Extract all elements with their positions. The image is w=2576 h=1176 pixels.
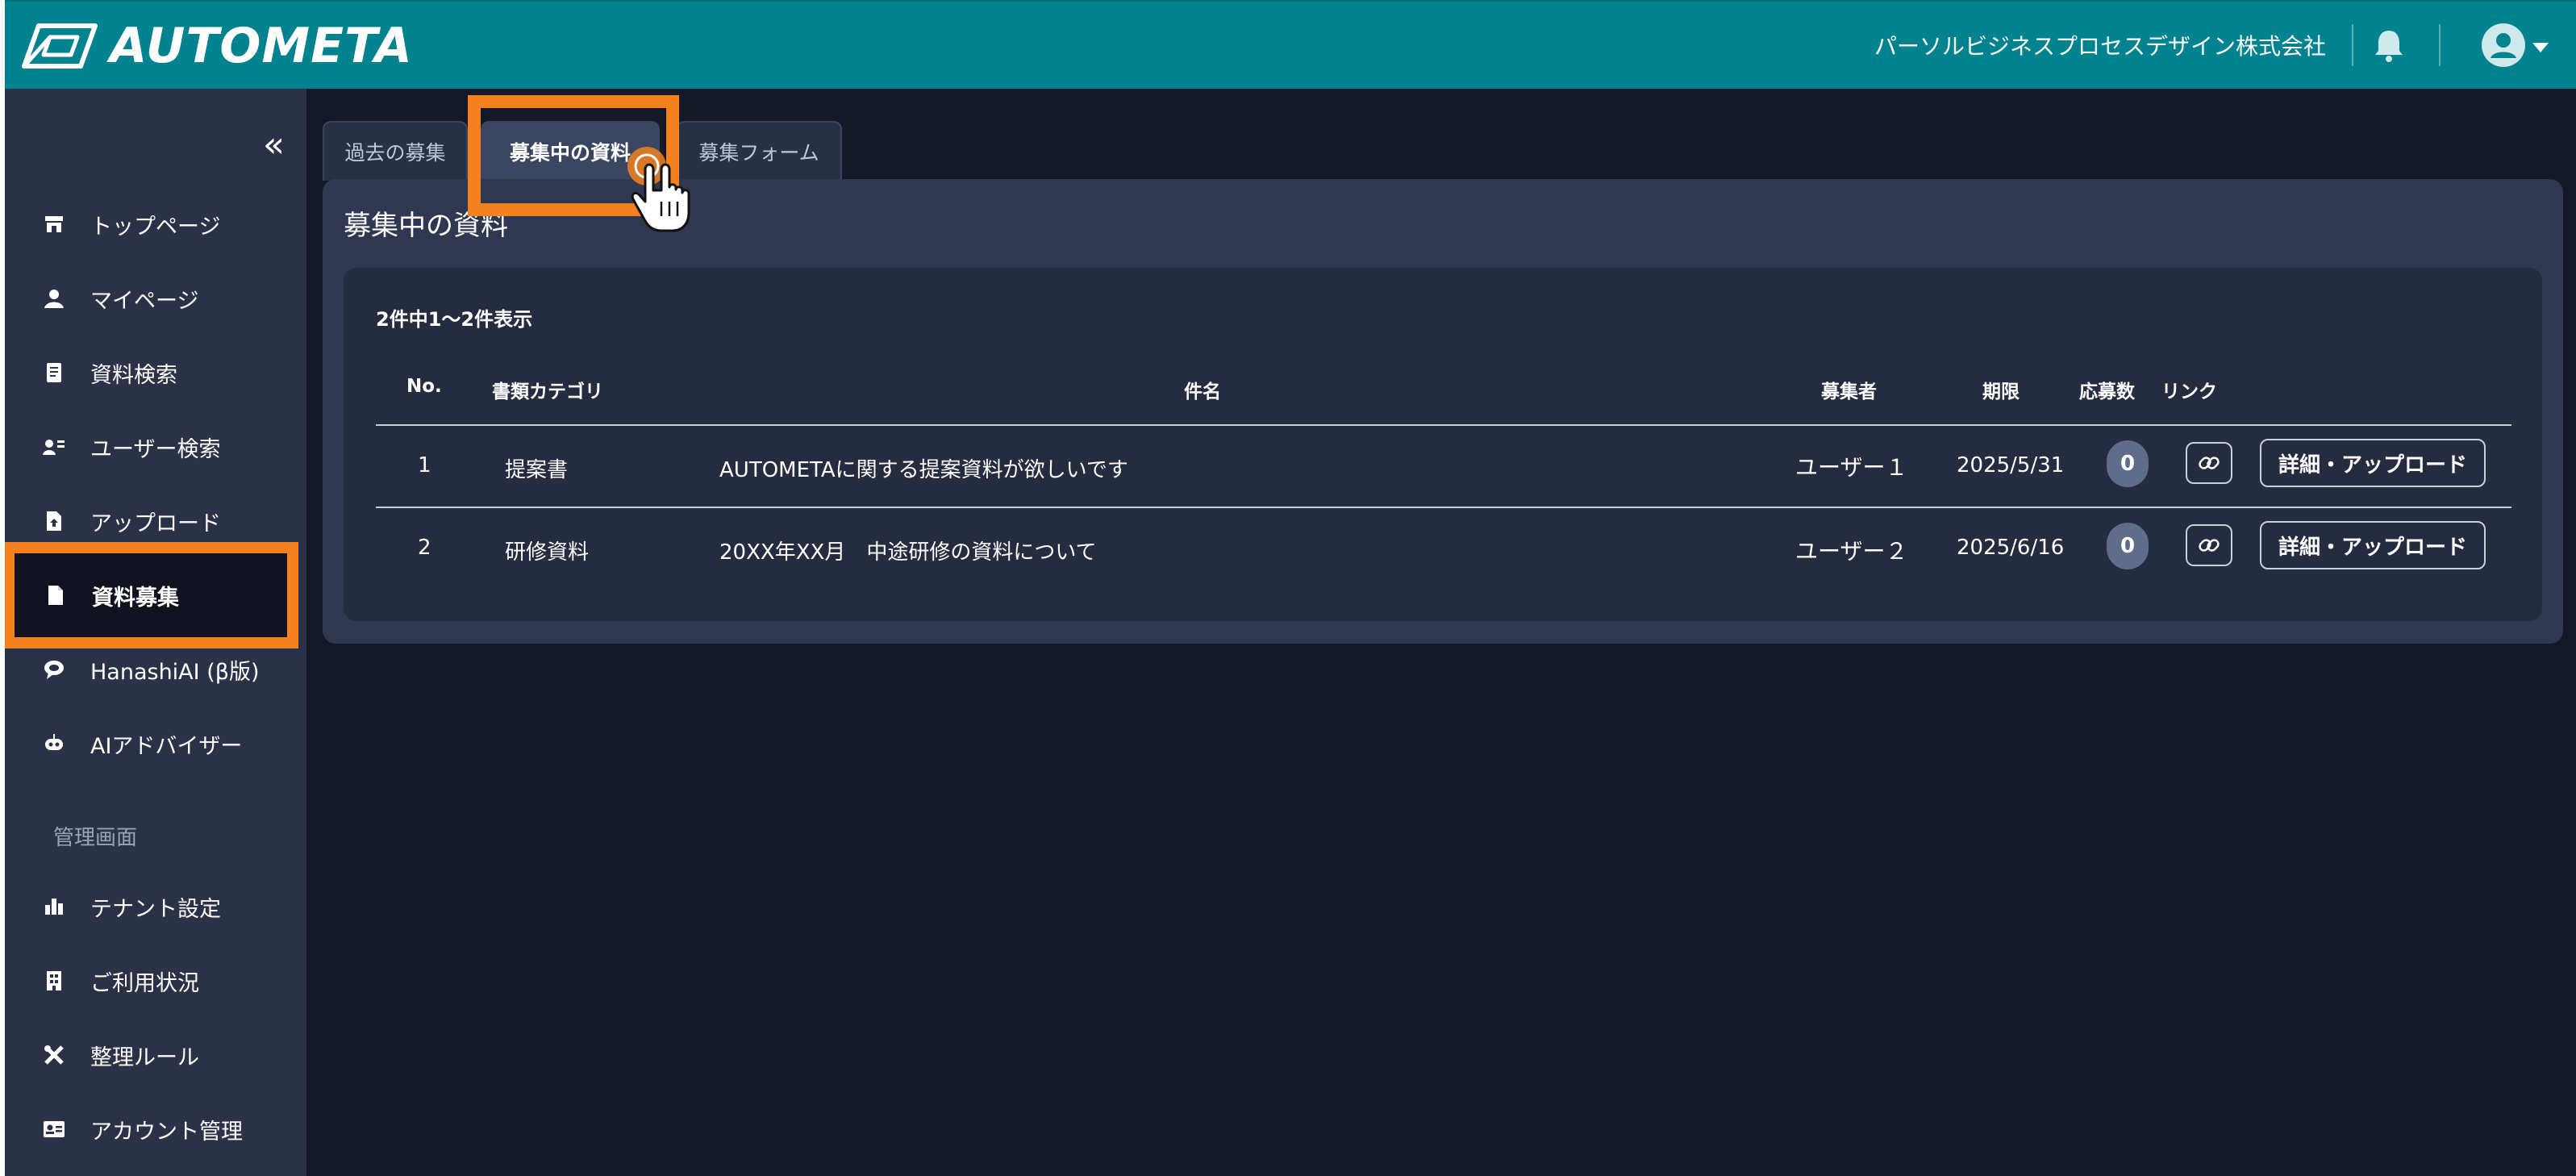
tab-request-form[interactable]: 募集フォーム <box>676 121 842 181</box>
document-search-icon <box>42 361 66 385</box>
sidebar-item-tenant-settings[interactable]: テナント設定 <box>5 876 306 937</box>
link-icon <box>2199 457 2220 469</box>
link-button[interactable] <box>2186 442 2232 484</box>
sidebar-item-account-management[interactable]: アカウント管理 <box>5 1099 306 1160</box>
chat-bubble-icon <box>42 657 66 682</box>
sidebar-item-hanashi-ai[interactable]: HanashiAI (β版) <box>5 639 306 700</box>
file-icon <box>44 583 68 607</box>
column-header-link: リンク <box>2161 382 2217 402</box>
row-no: 1 <box>418 453 431 477</box>
app-frame: AUTOMETA パーソルビジネスプロセスデザイン株式会社 « トップページ マ… <box>5 0 2576 1176</box>
row-no: 2 <box>418 536 431 560</box>
row-category: 研修資料 <box>505 540 590 565</box>
company-name: パーソルビジネスプロセスデザイン株式会社 <box>1874 33 2326 60</box>
response-count-badge: 0 <box>2107 523 2149 569</box>
response-count: 0 <box>2120 534 2136 558</box>
sidebar-item-usage[interactable]: ご利用状況 <box>5 950 306 1011</box>
sidebar-item-label: トップページ <box>90 214 221 240</box>
building-icon <box>42 969 66 993</box>
row-divider <box>376 507 2511 508</box>
logo-mark-icon <box>22 23 98 69</box>
person-icon <box>42 286 66 311</box>
sidebar-item-label: ご利用状況 <box>90 970 199 996</box>
sidebar-item-label: マイページ <box>90 288 199 314</box>
sidebar-item-sorting-rules[interactable]: 整理ルール <box>5 1024 306 1086</box>
store-icon <box>42 212 66 236</box>
open-requests-panel: 募集中の資料 2件中1〜2件表示 No. 書類カテゴリ 件名 募集者 期限 応募… <box>323 179 2563 644</box>
sidebar-item-my-page[interactable]: マイページ <box>5 268 306 329</box>
tools-icon <box>42 1043 66 1067</box>
row-subject: AUTOMETAに関する提案資料が欲しいです <box>719 458 1128 482</box>
top-header: AUTOMETA パーソルビジネスプロセスデザイン株式会社 <box>5 0 2576 89</box>
sidebar: « トップページ マイページ 資料検索 ユーザー検索 アップロード 資料募集 H… <box>5 89 306 1176</box>
row-deadline: 2025/6/16 <box>1957 536 2065 560</box>
logo-text: AUTOMETA <box>110 18 413 74</box>
sidebar-item-document-request[interactable]: 資料募集 <box>5 542 298 648</box>
button-label: 詳細・アップロード <box>2278 452 2467 477</box>
row-category: 提案書 <box>505 458 569 482</box>
response-count-badge: 0 <box>2107 440 2149 487</box>
tab-past-requests[interactable]: 過去の募集 <box>323 121 468 181</box>
sidebar-item-label: 整理ルール <box>90 1045 199 1070</box>
button-label: 詳細・アップロード <box>2278 535 2467 560</box>
column-header-responses: 応募数 <box>2079 382 2135 402</box>
row-subject: 20XX年XX月 中途研修の資料について <box>719 540 1097 565</box>
sidebar-item-top-page[interactable]: トップページ <box>5 194 306 255</box>
id-card-icon <box>42 1117 66 1141</box>
tab-label: 過去の募集 <box>344 141 446 165</box>
header-divider <box>2439 24 2441 66</box>
result-count: 2件中1〜2件表示 <box>376 308 533 331</box>
user-search-icon <box>42 435 66 459</box>
column-header-subject: 件名 <box>1184 382 1221 402</box>
details-upload-button[interactable]: 詳細・アップロード <box>2260 521 2486 569</box>
table-header-divider <box>376 424 2511 426</box>
column-header-category: 書類カテゴリ <box>492 382 603 402</box>
file-upload-icon <box>42 509 66 533</box>
sidebar-item-label: HanashiAI (β版) <box>90 659 260 685</box>
admin-section-label: 管理画面 <box>53 826 138 850</box>
row-deadline: 2025/5/31 <box>1957 453 2065 477</box>
collapse-sidebar-button[interactable]: « <box>263 127 285 163</box>
response-count: 0 <box>2120 452 2136 476</box>
robot-icon <box>42 732 66 756</box>
notification-bell-icon[interactable] <box>2373 27 2405 66</box>
sidebar-item-user-search[interactable]: ユーザー検索 <box>5 416 306 477</box>
sidebar-item-label: アカウント管理 <box>90 1119 243 1145</box>
column-header-deadline: 期限 <box>1982 382 2020 402</box>
sidebar-item-document-search[interactable]: 資料検索 <box>5 342 306 403</box>
row-requester: ユーザー１ <box>1795 454 1908 481</box>
details-upload-button[interactable]: 詳細・アップロード <box>2260 439 2486 487</box>
sidebar-item-label: テナント設定 <box>90 896 221 922</box>
sidebar-item-label: 資料募集 <box>92 585 179 611</box>
chevron-down-icon[interactable] <box>2532 40 2549 56</box>
sidebar-item-label: アップロード <box>90 511 221 536</box>
sidebar-item-upload[interactable]: アップロード <box>5 490 306 552</box>
sidebar-item-label: ユーザー検索 <box>90 436 221 462</box>
column-header-requester: 募集者 <box>1821 382 1877 402</box>
requests-table-card: 2件中1〜2件表示 No. 書類カテゴリ 件名 募集者 期限 応募数 リンク 1… <box>344 268 2542 621</box>
hand-cursor-icon <box>626 145 698 245</box>
column-header-no: No. <box>406 376 442 397</box>
tab-label: 募集フォーム <box>698 141 819 165</box>
tenant-icon <box>42 895 66 919</box>
user-avatar-icon[interactable] <box>2481 23 2526 71</box>
header-divider <box>2352 24 2353 66</box>
sidebar-item-label: AIアドバイザー <box>90 733 243 759</box>
sidebar-item-ai-advisor[interactable]: AIアドバイザー <box>5 713 306 774</box>
sidebar-item-label: 資料検索 <box>90 362 177 388</box>
row-requester: ユーザー２ <box>1795 538 1908 565</box>
link-button[interactable] <box>2186 524 2232 566</box>
link-icon <box>2199 539 2220 552</box>
logo[interactable]: AUTOMETA <box>21 18 413 74</box>
